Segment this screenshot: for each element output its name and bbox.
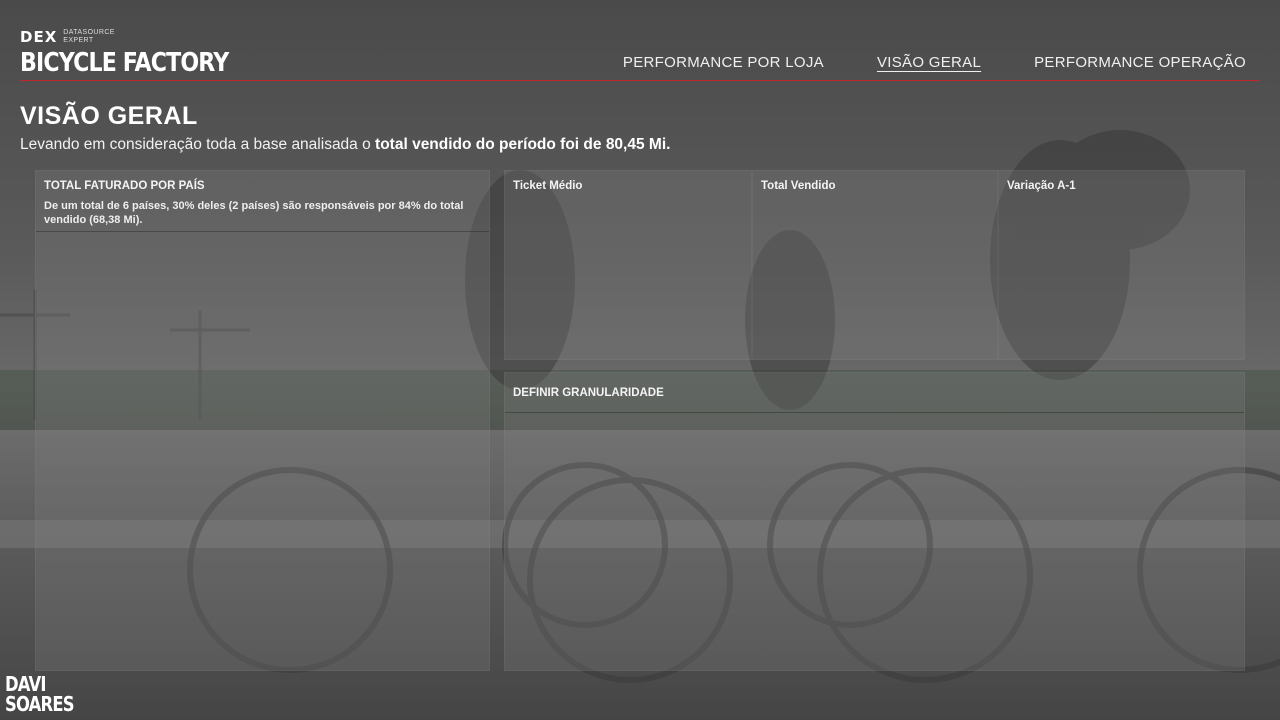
dex-logo-tagline: DATASOURCE EXPERT xyxy=(63,29,115,44)
country-revenue-panel: TOTAL FATURADO POR PAÍS De um total de 6… xyxy=(35,170,490,671)
nav-performance-por-loja[interactable]: PERFORMANCE POR LOJA xyxy=(623,54,824,71)
ticket-medio-card: Ticket Médio xyxy=(504,170,752,360)
variacao-title: Variação A-1 xyxy=(1007,180,1076,192)
header-divider xyxy=(20,80,1260,81)
ticket-medio-title: Ticket Médio xyxy=(513,180,583,192)
nav-performance-operacao[interactable]: PERFORMANCE OPERAÇÃO xyxy=(1034,54,1246,71)
brand-logo: DEX DATASOURCE EXPERT BICYCLE FACTORY xyxy=(20,28,265,78)
country-revenue-text: De um total de 6 países, 30% deles (2 pa… xyxy=(44,200,464,226)
dex-logo-mark: DEX xyxy=(20,28,58,46)
author-logo: DAVI SOARES xyxy=(5,672,75,716)
total-vendido-title: Total Vendido xyxy=(761,180,836,192)
subtitle-highlight: total vendido do período foi de 80,45 Mi… xyxy=(375,136,671,153)
panel-divider xyxy=(36,231,489,232)
total-vendido-card: Total Vendido xyxy=(752,170,998,360)
page-subtitle: Levando em consideração toda a base anal… xyxy=(20,136,670,154)
nav-visao-geral[interactable]: VISÃO GERAL xyxy=(877,54,981,71)
page-title: VISÃO GERAL xyxy=(20,102,198,130)
granularity-title[interactable]: DEFINIR GRANULARIDADE xyxy=(513,387,664,399)
brand-title: BICYCLE FACTORY xyxy=(20,48,229,78)
granularity-panel: DEFINIR GRANULARIDADE xyxy=(504,372,1245,671)
country-revenue-title: TOTAL FATURADO POR PAÍS xyxy=(44,180,205,192)
panel-divider xyxy=(505,412,1244,413)
top-nav: PERFORMANCE POR LOJA VISÃO GERAL PERFORM… xyxy=(623,54,1246,71)
variacao-card: Variação A-1 xyxy=(998,170,1245,360)
subtitle-prefix: Levando em consideração toda a base anal… xyxy=(20,136,376,153)
